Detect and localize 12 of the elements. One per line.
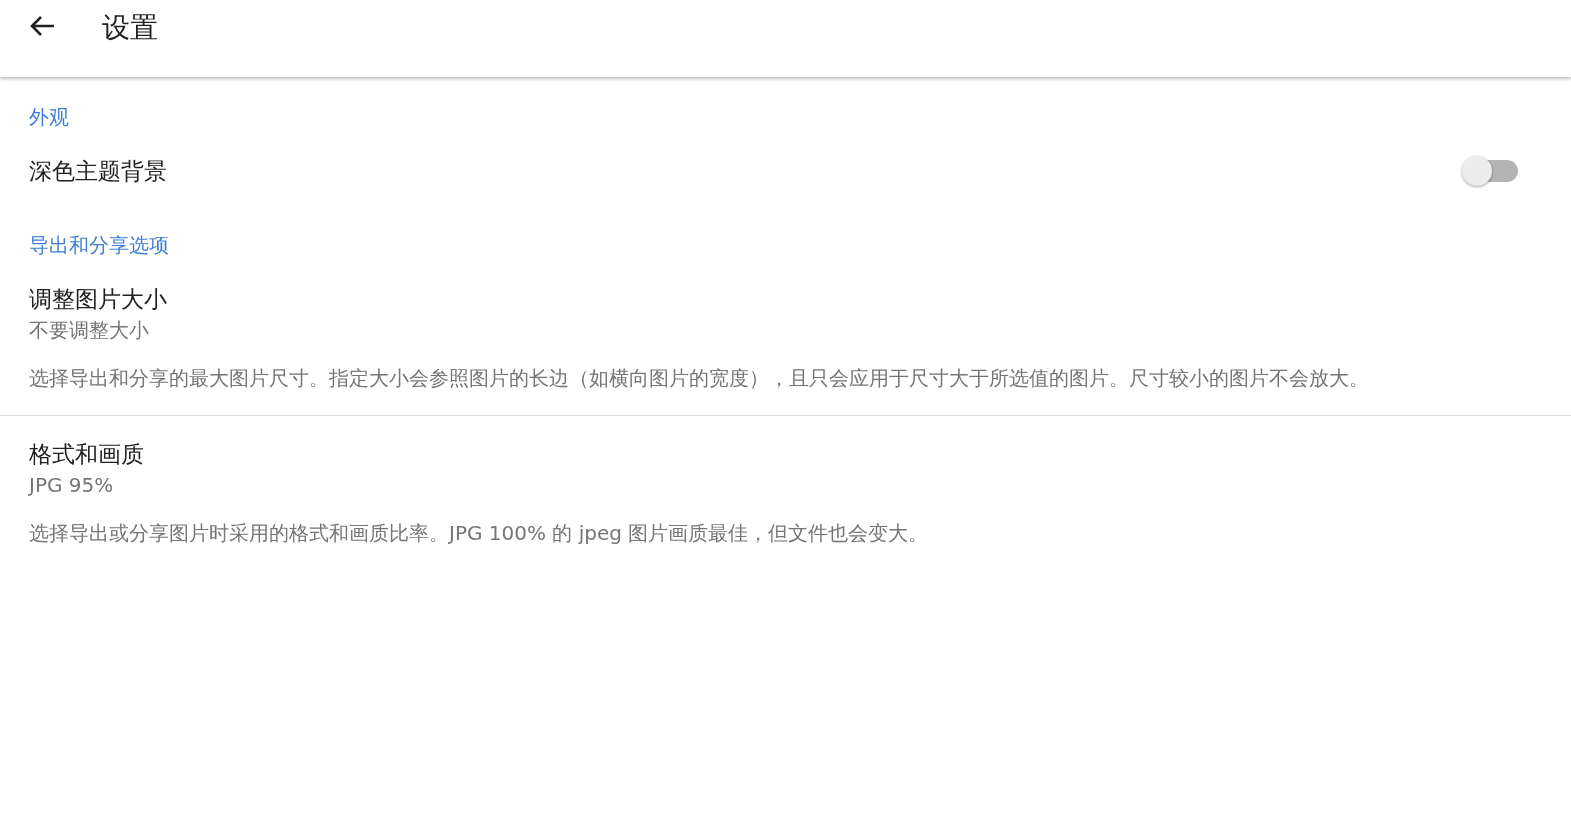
section-title: 外观: [28, 104, 70, 131]
section-title: 导出和分享选项: [28, 232, 170, 259]
page-title: 设置: [102, 12, 158, 44]
setting-value: JPG 95%: [29, 472, 114, 499]
setting-description: 选择导出和分享的最大图片尺寸。指定大小会参照图片的长边（如横向图片的宽度），且只会应用于尺寸大于所选值的图片。尺寸较小的图片不会放大。: [29, 365, 1369, 392]
setting-value: 不要调整大小: [29, 317, 149, 344]
setting-title[interactable]: 调整图片大小: [29, 283, 167, 315]
setting-description: 选择导出或分享图片时采用的格式和画质比率。JPG 100% 的 jpeg 图片画质最佳，但文件也会变大。: [29, 520, 929, 547]
setting-title: 深色主题背景: [29, 157, 167, 186]
setting-title[interactable]: 格式和画质: [29, 438, 144, 470]
back-icon: [29, 14, 55, 38]
toggle-switch[interactable]: [1462, 156, 1518, 186]
